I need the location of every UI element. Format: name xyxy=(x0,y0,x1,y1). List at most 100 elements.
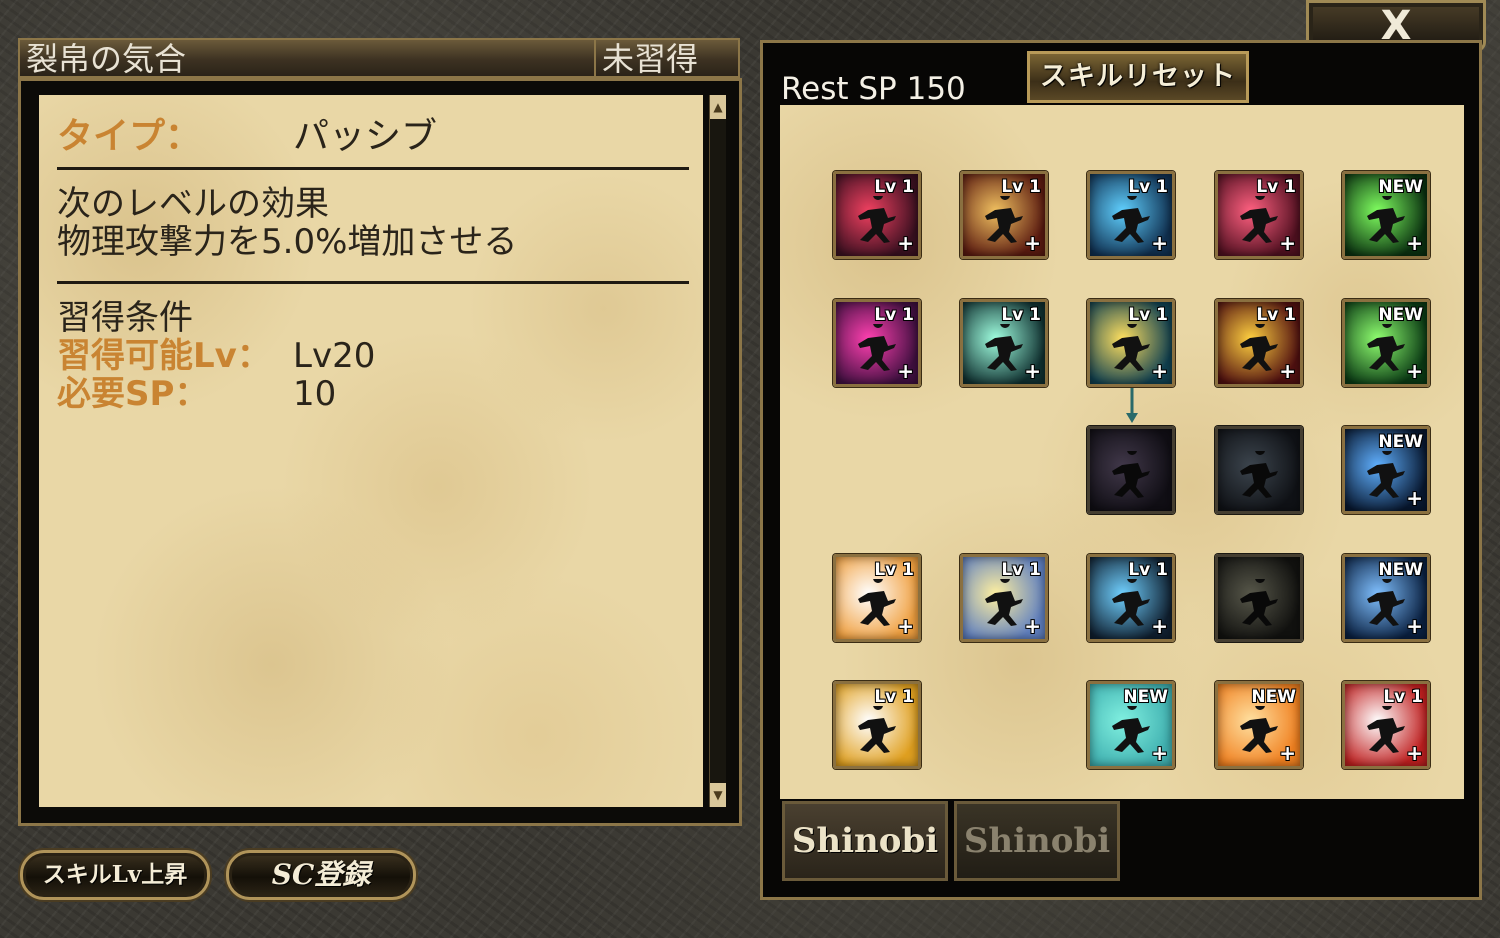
detail-scrollbar[interactable]: ▲ ▼ xyxy=(709,95,726,807)
skill-detail-frame: タイプ： パッシブ 次のレベルの効果 物理攻撃力を5.0%増加させる 習得条件 … xyxy=(18,78,742,826)
plus-icon: + xyxy=(1406,741,1423,765)
divider xyxy=(57,281,689,284)
skill-badge: Lv 1 xyxy=(874,560,914,580)
skill-ninja-dash-icon[interactable]: Lv 1 + xyxy=(1087,171,1175,259)
silhouette xyxy=(1112,324,1150,371)
skill-ninja-counter-icon[interactable]: Lv 1 + xyxy=(833,554,921,642)
silhouette xyxy=(1240,451,1278,498)
silhouette xyxy=(1112,451,1150,498)
type-label: タイプ： xyxy=(57,116,202,157)
skill-ninja-strike-icon[interactable]: Lv 1 + xyxy=(1087,299,1175,387)
skill-badge: Lv 1 xyxy=(1128,560,1168,580)
skill-badge: Lv 1 xyxy=(1128,305,1168,325)
tab-shinobi[interactable]: Shinobi xyxy=(782,801,948,881)
divider xyxy=(57,167,689,170)
req-sp-label: 必要SP： xyxy=(57,374,209,414)
skill-badge: Lv 1 xyxy=(1256,305,1296,325)
skill-badge: Lv 1 xyxy=(1256,177,1296,197)
skill-ninja-slash-icon[interactable]: Lv 1 + xyxy=(960,171,1048,259)
plus-icon: + xyxy=(1151,231,1168,255)
skill-lv-up-button[interactable]: スキルLv上昇 xyxy=(20,850,210,900)
skill-badge: Lv 1 xyxy=(1001,177,1041,197)
plus-icon: + xyxy=(1151,614,1168,638)
skill-ninja-sprint-icon[interactable]: Lv 1 + xyxy=(960,554,1048,642)
plus-icon: + xyxy=(1151,359,1168,383)
scroll-down-arrow-icon[interactable]: ▼ xyxy=(710,783,726,807)
rest-sp: Rest SP 150 xyxy=(781,71,966,107)
plus-icon: + xyxy=(1024,614,1041,638)
skill-blue-orb-icon[interactable]: NEW + xyxy=(1342,426,1430,514)
silhouette xyxy=(858,324,896,371)
type-value: パッシブ xyxy=(293,116,438,157)
skill-badge: Lv 1 xyxy=(874,305,914,325)
silhouette xyxy=(1367,706,1405,753)
silhouette xyxy=(1112,579,1150,626)
skill-badge: NEW xyxy=(1251,687,1296,707)
skill-shield-icon[interactable]: NEW + xyxy=(1215,681,1303,769)
next-level-heading: 次のレベルの効果 xyxy=(57,184,329,224)
silhouette xyxy=(1367,579,1405,626)
skill-blue-potion-icon[interactable]: NEW + xyxy=(1342,554,1430,642)
skill-badge: Lv 1 xyxy=(1001,305,1041,325)
skill-badge: NEW xyxy=(1123,687,1168,707)
skill-tree-grid: Lv 1 + Lv 1 + Lv 1 + Lv 1 + NEW + Lv 1 + Lv 1 + Lv 1 + L… xyxy=(780,105,1464,799)
skill-locked-ninja-icon[interactable] xyxy=(1087,426,1175,514)
skill-green-orb-icon[interactable]: NEW + xyxy=(1342,171,1430,259)
skill-ninja-spin-icon[interactable]: Lv 1 + xyxy=(1215,171,1303,259)
req-sp-value: 10 xyxy=(293,374,337,414)
skill-detail-header: 裂帛の気合 未習得 xyxy=(18,38,740,78)
silhouette xyxy=(1112,196,1150,243)
skill-locked-ninja-icon[interactable] xyxy=(1215,554,1303,642)
skill-reset-button[interactable]: スキルリセット xyxy=(1027,51,1249,103)
skill-ninja-smoke-icon[interactable]: Lv 1 xyxy=(833,681,921,769)
skill-ninja-dive-icon[interactable]: Lv 1 + xyxy=(1087,554,1175,642)
silhouette xyxy=(1367,324,1405,371)
silhouette xyxy=(985,196,1023,243)
plus-icon: + xyxy=(1406,486,1423,510)
skill-badge: Lv 1 xyxy=(1383,687,1423,707)
skill-ninja-flash-icon[interactable]: Lv 1 + xyxy=(1215,299,1303,387)
skill-detail-panel: タイプ： パッシブ 次のレベルの効果 物理攻撃力を5.0%増加させる 習得条件 … xyxy=(39,95,703,807)
skill-badge: NEW xyxy=(1378,177,1423,197)
tab-shinobi-2[interactable]: Shinobi xyxy=(954,801,1120,881)
skill-badge: Lv 1 xyxy=(1001,560,1041,580)
plus-icon: + xyxy=(1024,359,1041,383)
plus-icon: + xyxy=(1151,741,1168,765)
skill-green-potion-icon[interactable]: NEW + xyxy=(1342,299,1430,387)
plus-icon: + xyxy=(1279,231,1296,255)
skill-ninja-throw-icon[interactable]: Lv 1 + xyxy=(1342,681,1430,769)
plus-icon: + xyxy=(1406,231,1423,255)
silhouette xyxy=(858,579,896,626)
skill-badge: Lv 1 xyxy=(874,687,914,707)
silhouette xyxy=(1240,196,1278,243)
plus-icon: + xyxy=(897,359,914,383)
effect-text: 物理攻撃力を5.0%増加させる xyxy=(57,222,518,262)
skill-sword-icon[interactable]: NEW + xyxy=(1087,681,1175,769)
silhouette xyxy=(985,579,1023,626)
silhouette xyxy=(1240,706,1278,753)
req-level-label: 習得可能Lv： xyxy=(57,336,271,376)
skill-ninja-kick-icon[interactable]: Lv 1 + xyxy=(833,171,921,259)
skill-badge: NEW xyxy=(1378,432,1423,452)
plus-icon: + xyxy=(1279,741,1296,765)
skill-tree-frame: Rest SP 150 スキルリセット Lv 1 + Lv 1 + Lv 1 + Lv 1 +… xyxy=(760,40,1482,900)
requirements-heading: 習得条件 xyxy=(57,298,193,338)
learn-status: 未習得 xyxy=(594,40,738,78)
req-level-value: Lv20 xyxy=(293,336,376,376)
sc-register-button[interactable]: SC登録 xyxy=(226,850,416,900)
skill-ninja-leap-icon[interactable]: Lv 1 + xyxy=(960,299,1048,387)
skill-badge: NEW xyxy=(1378,305,1423,325)
silhouette xyxy=(1367,196,1405,243)
plus-icon: + xyxy=(897,231,914,255)
skill-name: 裂帛の気合 xyxy=(26,40,187,78)
plus-icon: + xyxy=(897,614,914,638)
silhouette xyxy=(985,324,1023,371)
skill-locked-ninja-icon[interactable] xyxy=(1215,426,1303,514)
plus-icon: + xyxy=(1406,359,1423,383)
scroll-up-arrow-icon[interactable]: ▲ xyxy=(710,95,726,119)
plus-icon: + xyxy=(1279,359,1296,383)
silhouette xyxy=(1112,706,1150,753)
silhouette xyxy=(1367,451,1405,498)
skill-ninja-whirl-icon[interactable]: Lv 1 + xyxy=(833,299,921,387)
skill-badge: Lv 1 xyxy=(874,177,914,197)
